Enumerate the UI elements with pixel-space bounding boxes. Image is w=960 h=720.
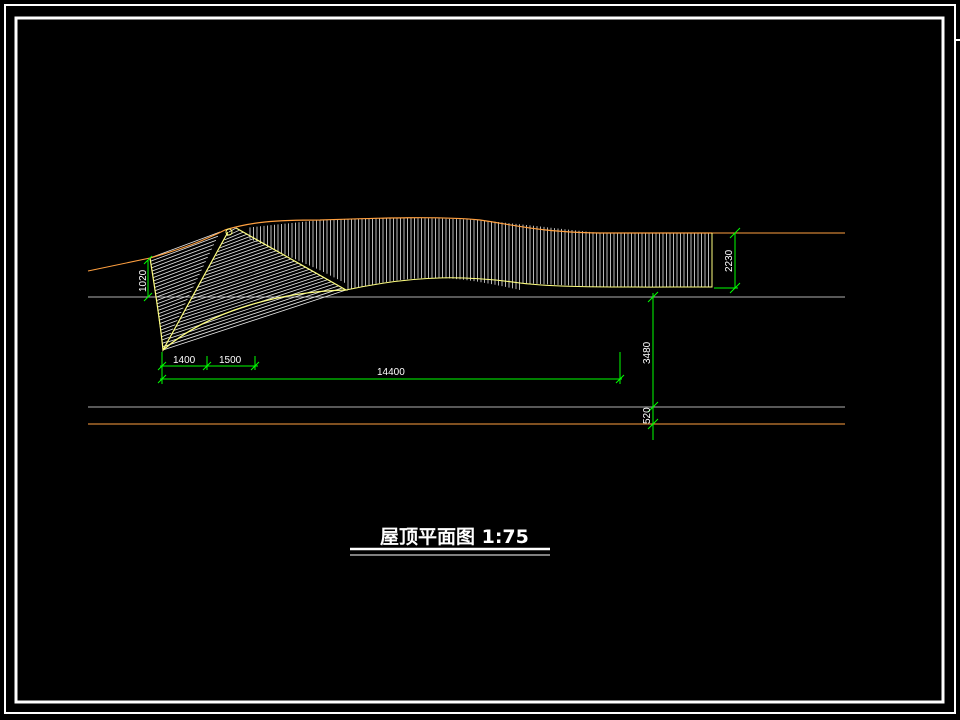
inner-frame — [14, 16, 945, 704]
dimension-chain-top: 1400 1500 — [157, 352, 260, 371]
hatch-line — [149, 231, 221, 259]
dimension-label-1400: 1400 — [173, 355, 196, 366]
dimension-label-14400: 14400 — [377, 367, 405, 378]
drawing-title: 屋顶平面图 1:75 — [380, 526, 529, 548]
hatch-line — [152, 252, 210, 275]
dimension-2230: 2230 — [714, 227, 741, 294]
outer-frame — [4, 4, 956, 714]
hatch-line — [159, 320, 178, 328]
hatch-line — [154, 273, 200, 292]
hatch-line — [154, 269, 202, 288]
cad-drawing-canvas: 1020 2230 3480 520 1400 1500 14400 屋顶平面图… — [4, 4, 960, 714]
dimension-label-3480: 3480 — [642, 341, 653, 364]
hatch-line — [157, 299, 188, 311]
dimension-label-1500: 1500 — [219, 355, 242, 366]
hatch-line — [161, 332, 172, 338]
hatch-line — [159, 315, 180, 325]
hatch-line — [151, 248, 212, 272]
hatch-line — [158, 311, 182, 321]
drawing-title-block: 屋顶平面图 1:75 — [350, 526, 550, 556]
dimension-label-2230: 2230 — [724, 249, 735, 272]
dimension-1020: 1020 — [138, 255, 153, 302]
dimension-label-520: 520 — [642, 407, 653, 424]
dimension-520: 520 — [642, 407, 653, 424]
outline-left-slope — [87, 257, 151, 272]
dimension-label-1020: 1020 — [138, 269, 149, 292]
hatch-line — [155, 286, 194, 302]
hatch-line — [154, 277, 198, 295]
hatch-line — [150, 240, 217, 265]
hatch-line — [160, 324, 176, 331]
